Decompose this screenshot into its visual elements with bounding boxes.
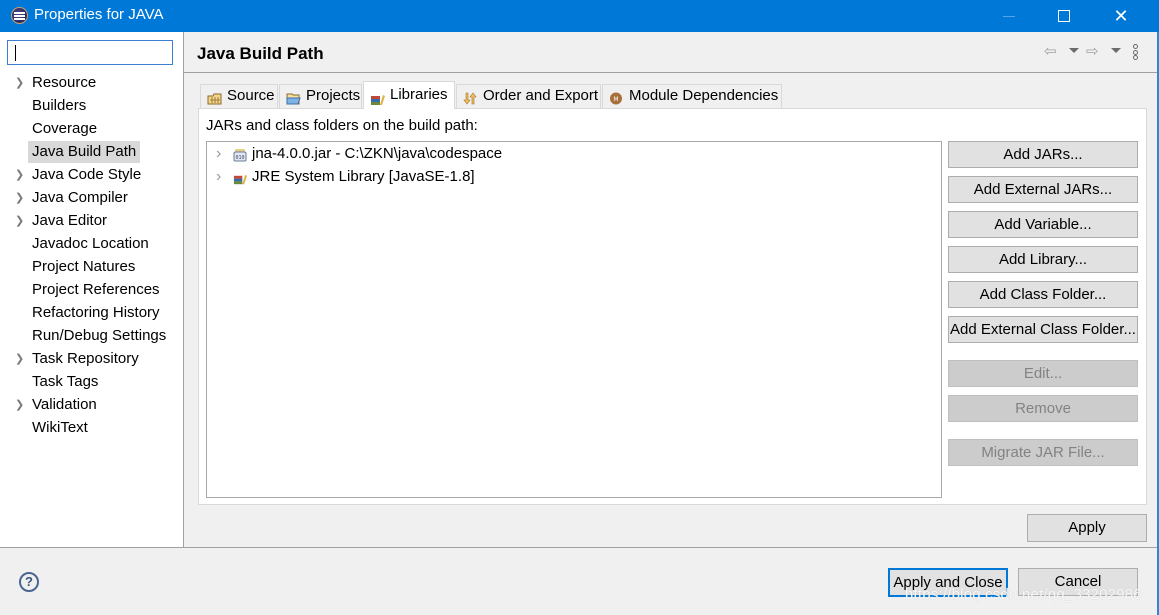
sidebar-item-label: Project Natures [32, 258, 136, 275]
close-button[interactable]: ✕ [1098, 0, 1144, 32]
close-icon: ✕ [1113, 5, 1129, 27]
back-arrow-icon[interactable]: ⇦ [1044, 42, 1057, 60]
add-external-class-folder-button[interactable]: Add External Class Folder... [948, 316, 1138, 343]
libraries-label: JARs and class folders on the build path… [206, 117, 478, 134]
sidebar-item[interactable]: Task Tags [0, 371, 183, 393]
sidebar-item-label: Java Editor [32, 212, 108, 229]
tab-order-and-export[interactable]: Order and Export [456, 84, 601, 108]
sidebar-item[interactable]: Project References [0, 279, 183, 301]
sidebar-item-label: Refactoring History [32, 304, 160, 321]
sidebar-item-label: Java Code Style [32, 166, 142, 183]
sidebar-item-label: Java Build Path [28, 141, 141, 163]
sidebar-item[interactable]: Builders [0, 95, 183, 117]
chevron-right-icon[interactable]: › [216, 143, 221, 165]
chevron-right-icon[interactable]: ❯ [15, 210, 24, 232]
view-menu-icon[interactable] [1133, 44, 1138, 60]
sidebar-item-label: Builders [32, 97, 87, 114]
svg-text:M: M [613, 96, 618, 103]
sidebar-item[interactable]: ❯ Java Compiler [0, 187, 183, 209]
sidebar-item[interactable]: ❯ Java Code Style [0, 164, 183, 186]
forward-history-dropdown-icon[interactable] [1111, 48, 1121, 53]
tab-label: Source [227, 87, 275, 104]
sidebar-item[interactable]: ❯ Resource [0, 72, 183, 94]
module-icon: M [609, 90, 624, 105]
tab-source[interactable]: Source [200, 84, 278, 108]
migrate-jar-file-button: Migrate JAR File... [948, 439, 1138, 466]
chevron-right-icon[interactable]: ❯ [15, 348, 24, 370]
sidebar-item-label: Coverage [32, 120, 98, 137]
order-export-icon [463, 90, 478, 105]
page-title: Java Build Path [197, 44, 324, 63]
sidebar-item-label: WikiText [32, 419, 88, 436]
tree-item[interactable]: › 010 jna-4.0.0.jar - C:\ZKN\java\codespac… [207, 143, 941, 165]
add-library-button[interactable]: Add Library... [948, 246, 1138, 273]
sidebar-item[interactable]: Java Build Path [0, 141, 183, 163]
sidebar-item[interactable]: Project Natures [0, 256, 183, 278]
sidebar-item[interactable]: Run/Debug Settings [0, 325, 183, 347]
minimize-button[interactable] [986, 0, 1032, 32]
chevron-right-icon[interactable]: › [216, 166, 221, 188]
add-external-jars-button[interactable]: Add External JARs... [948, 176, 1138, 203]
chevron-right-icon[interactable]: ❯ [15, 72, 24, 94]
sidebar-item[interactable]: ❯ Task Repository [0, 348, 183, 370]
sidebar-item-label: Project References [32, 281, 160, 298]
chevron-right-icon[interactable]: ❯ [15, 164, 24, 186]
title-bar: Properties for JAVA ✕ [0, 0, 1159, 32]
library-icon [370, 89, 385, 105]
tree-item[interactable]: › JRE System Library [JavaSE-1.8] [207, 166, 941, 188]
maximize-button[interactable] [1041, 0, 1087, 32]
tab-label: Libraries [390, 86, 448, 103]
apply-button[interactable]: Apply [1027, 514, 1147, 542]
add-variable-button[interactable]: Add Variable... [948, 211, 1138, 238]
project-folder-icon [286, 90, 301, 105]
sidebar-item-label: Task Repository [32, 350, 139, 367]
sidebar-item[interactable]: Javadoc Location [0, 233, 183, 255]
eclipse-app-icon [11, 7, 28, 24]
maximize-icon [1058, 10, 1070, 22]
tree-item-label: jna-4.0.0.jar - C:\ZKN\java\codespace [252, 145, 503, 162]
tab-label: Module Dependencies [629, 87, 779, 104]
window-title: Properties for JAVA [34, 6, 164, 23]
sidebar-item[interactable]: ❯ Validation [0, 394, 183, 416]
source-folder-icon [207, 90, 222, 105]
tree-item-label: JRE System Library [JavaSE-1.8] [252, 168, 475, 185]
sidebar-item-label: Task Tags [32, 373, 99, 390]
chevron-right-icon[interactable]: ❯ [15, 187, 24, 209]
sidebar-item[interactable]: Refactoring History [0, 302, 183, 324]
sidebar-item[interactable]: WikiText [0, 417, 183, 439]
sidebar-item-label: Java Compiler [32, 189, 128, 206]
forward-arrow-icon[interactable]: ⇨ [1086, 42, 1099, 60]
header-divider [184, 72, 1157, 73]
remove-button: Remove [948, 395, 1138, 422]
footer-divider [0, 547, 1157, 548]
sidebar-item[interactable]: Coverage [0, 118, 183, 140]
library-icon [233, 170, 247, 185]
sidebar-item-label: Validation [32, 396, 97, 413]
minimize-icon [1003, 15, 1015, 17]
text-caret [15, 45, 16, 61]
svg-text:010: 010 [235, 155, 244, 161]
back-history-dropdown-icon[interactable] [1069, 48, 1079, 53]
sidebar-item[interactable]: ❯ Java Editor [0, 210, 183, 232]
sidebar-item-label: Javadoc Location [32, 235, 149, 252]
tab-label: Order and Export [483, 87, 599, 104]
add-jars-button[interactable]: Add JARs... [948, 141, 1138, 168]
edit-button: Edit... [948, 360, 1138, 387]
filter-input[interactable] [7, 40, 173, 65]
sidebar-item-label: Run/Debug Settings [32, 327, 167, 344]
tab-libraries[interactable]: Libraries [363, 81, 455, 109]
sidebar-item-label: Resource [32, 74, 97, 91]
chevron-right-icon[interactable]: ❯ [15, 394, 24, 416]
tab-projects[interactable]: Projects [279, 84, 362, 108]
sidebar: ❯ Resource Builders Coverage Java Build Path… [0, 32, 184, 547]
tab-label: Projects [306, 87, 361, 104]
tab-module-dependencies[interactable]: M Module Dependencies [602, 84, 782, 108]
jar-icon: 010 [233, 147, 247, 162]
watermark: https://blog.csdn.net/qq_33202986 [905, 586, 1142, 603]
add-class-folder-button[interactable]: Add Class Folder... [948, 281, 1138, 308]
help-icon[interactable]: ? [19, 572, 39, 592]
build-path-tree[interactable]: › 010 jna-4.0.0.jar - C:\ZKN\java\codespac… [206, 141, 942, 498]
